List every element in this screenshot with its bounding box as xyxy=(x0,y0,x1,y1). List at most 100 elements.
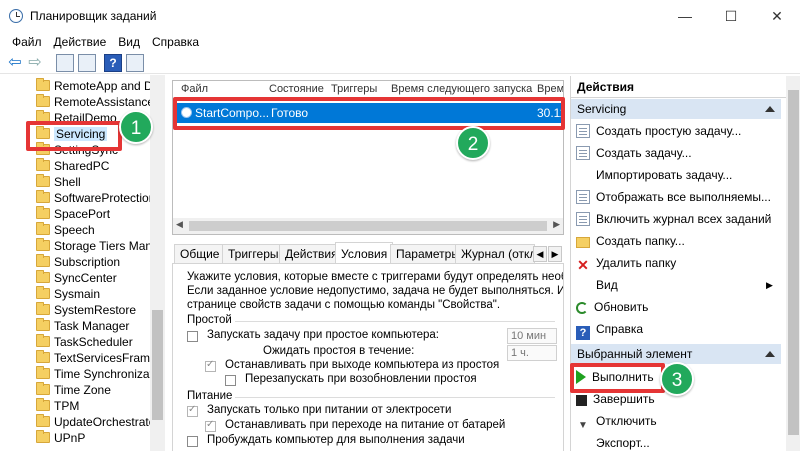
tab-scroll-right-icon[interactable]: ▶ xyxy=(548,246,562,262)
folder-icon xyxy=(36,302,50,315)
folder-icon xyxy=(36,78,50,91)
highlight-task-row xyxy=(173,97,565,130)
minimize-button[interactable]: — xyxy=(662,0,708,32)
idle-stop-checkbox[interactable] xyxy=(205,359,216,372)
actions-scrollbar[interactable] xyxy=(786,76,800,451)
tree-item[interactable]: UpdateOrchestrator xyxy=(36,414,159,430)
folder-icon xyxy=(36,286,50,299)
tree-item[interactable]: TPM xyxy=(36,398,79,414)
action-delete-folder[interactable]: ✕ Удалить папку xyxy=(576,253,776,273)
tree-item[interactable]: TaskScheduler xyxy=(36,334,133,350)
tree-item[interactable]: RemoteAssistance xyxy=(36,94,154,110)
power-group-label: Питание xyxy=(187,390,233,402)
power-ac-checkbox[interactable] xyxy=(187,404,198,417)
idle-wait-label: Ожидать простоя в течение: xyxy=(263,345,415,357)
tree-item[interactable]: SyncCenter xyxy=(36,270,117,286)
folder-icon xyxy=(36,270,50,283)
tree-item[interactable]: Time Zone xyxy=(36,382,111,398)
tree-item[interactable]: SoftwareProtectionP xyxy=(36,190,163,206)
scroll-left-icon[interactable]: ◀ xyxy=(176,219,183,230)
action-help[interactable]: ? Справка xyxy=(576,319,776,340)
tree-item[interactable]: Shell xyxy=(36,174,81,190)
action-create-task[interactable]: Создать задачу... xyxy=(576,143,776,163)
action-label: Справка xyxy=(596,322,644,336)
folder-icon xyxy=(36,174,50,187)
actions-scrollbar-thumb[interactable] xyxy=(788,90,799,435)
tree-item[interactable]: Storage Tiers Manag xyxy=(36,238,164,254)
menu-file[interactable]: Файл xyxy=(6,32,48,52)
tab-scroll-left-icon[interactable]: ◀ xyxy=(533,246,547,262)
task-list-scrollbar-thumb[interactable] xyxy=(189,221,547,231)
step-badge-3: 3 xyxy=(660,362,694,396)
tree-item[interactable]: Sysmain xyxy=(36,286,100,302)
step-badge-1: 1 xyxy=(119,110,153,144)
help-icon[interactable]: ? xyxy=(104,54,122,72)
power-battery-checkbox[interactable] xyxy=(205,419,216,432)
action-refresh[interactable]: Обновить xyxy=(576,297,776,317)
tree-item[interactable]: SystemRestore xyxy=(36,302,136,318)
idle-wait-duration[interactable]: 1 ч. xyxy=(507,345,557,361)
show-hide-tree-icon[interactable] xyxy=(78,54,96,72)
tree-item[interactable]: SharedPC xyxy=(36,158,109,174)
power-wake-checkbox[interactable] xyxy=(187,436,198,447)
column-header-triggers[interactable]: Триггеры xyxy=(331,83,377,95)
menu-help[interactable]: Справка xyxy=(146,32,205,52)
task-list-scrollbar[interactable]: ◀ ▶ xyxy=(173,218,563,234)
folder-up-icon[interactable] xyxy=(56,54,74,72)
tab-conditions[interactable]: Условия xyxy=(335,242,394,264)
tree-item[interactable]: Task Manager xyxy=(36,318,129,334)
folder-icon xyxy=(36,254,50,267)
column-header-time[interactable]: Врем xyxy=(537,83,563,95)
actions-section-selected-item[interactable]: Выбранный элемент xyxy=(571,344,781,364)
action-label: Экспорт... xyxy=(596,436,650,450)
delete-icon: ✕ xyxy=(577,257,589,273)
display-running-icon xyxy=(576,190,590,204)
idle-start-duration[interactable]: 10 мин xyxy=(507,328,557,344)
tree-item[interactable]: Time Synchronizatio xyxy=(36,366,162,382)
tree-item[interactable]: RemoteApp and De xyxy=(36,78,159,94)
back-arrow-icon[interactable]: ⇦ xyxy=(6,54,24,72)
tree-scrollbar-thumb[interactable] xyxy=(152,310,163,420)
collapse-caret-icon[interactable] xyxy=(765,351,775,357)
menu-action[interactable]: Действие xyxy=(48,32,113,52)
tree-item[interactable]: Subscription xyxy=(36,254,120,270)
action-enable-history[interactable]: Включить журнал всех заданий xyxy=(576,209,776,229)
tree-item[interactable]: UPnP xyxy=(36,430,85,446)
tree-item[interactable]: TextServicesFramew xyxy=(36,350,164,366)
column-header-next-run[interactable]: Время следующего запуска xyxy=(391,83,532,95)
actions-section-servicing[interactable]: Servicing xyxy=(571,99,781,119)
action-export[interactable]: Экспорт... xyxy=(576,433,776,451)
action-import-task[interactable]: Импортировать задачу... xyxy=(576,165,776,185)
folder-icon xyxy=(36,334,50,347)
create-task-icon xyxy=(576,146,590,160)
tree-item[interactable]: SpacePort xyxy=(36,206,110,222)
tab-actions[interactable]: Действия xyxy=(279,244,344,264)
tree-item[interactable]: Speech xyxy=(36,222,95,238)
create-basic-task-icon xyxy=(576,124,590,138)
maximize-button[interactable]: ☐ xyxy=(708,0,754,32)
tab-triggers[interactable]: Триггеры xyxy=(222,244,285,264)
show-actions-pane-icon[interactable] xyxy=(126,54,144,72)
conditions-panel: Укажите условия, которые вместе с тригге… xyxy=(172,263,564,451)
idle-start-checkbox[interactable] xyxy=(187,331,198,342)
action-disable[interactable]: ▼ Отключить xyxy=(576,411,776,431)
idle-restart-checkbox[interactable] xyxy=(225,375,236,386)
blank-icon xyxy=(576,436,590,450)
scroll-right-icon[interactable]: ▶ xyxy=(553,219,560,230)
column-header-status[interactable]: Состояние xyxy=(269,83,324,95)
details-tabs: Общие Триггеры Действия Условия Параметр… xyxy=(172,242,564,264)
column-header-name[interactable]: Файл xyxy=(181,83,208,95)
menu-view[interactable]: Вид xyxy=(112,32,146,52)
tab-general[interactable]: Общие xyxy=(174,244,226,264)
collapse-caret-icon[interactable] xyxy=(765,106,775,112)
action-display-running[interactable]: Отображать все выполняемы... xyxy=(576,187,776,207)
power-battery-label: Останавливать при переходе на питание от… xyxy=(225,419,506,431)
action-label: Завершить xyxy=(593,392,655,406)
close-button[interactable]: ✕ xyxy=(754,0,800,32)
action-create-basic-task[interactable]: Создать простую задачу... xyxy=(576,121,776,141)
action-view[interactable]: Вид ▶ xyxy=(576,275,776,295)
tab-history[interactable]: Журнал (откл xyxy=(455,244,535,264)
highlight-run-action xyxy=(570,363,665,393)
action-new-folder[interactable]: Создать папку... xyxy=(576,231,776,251)
forward-arrow-icon[interactable]: ⇨ xyxy=(26,54,44,72)
